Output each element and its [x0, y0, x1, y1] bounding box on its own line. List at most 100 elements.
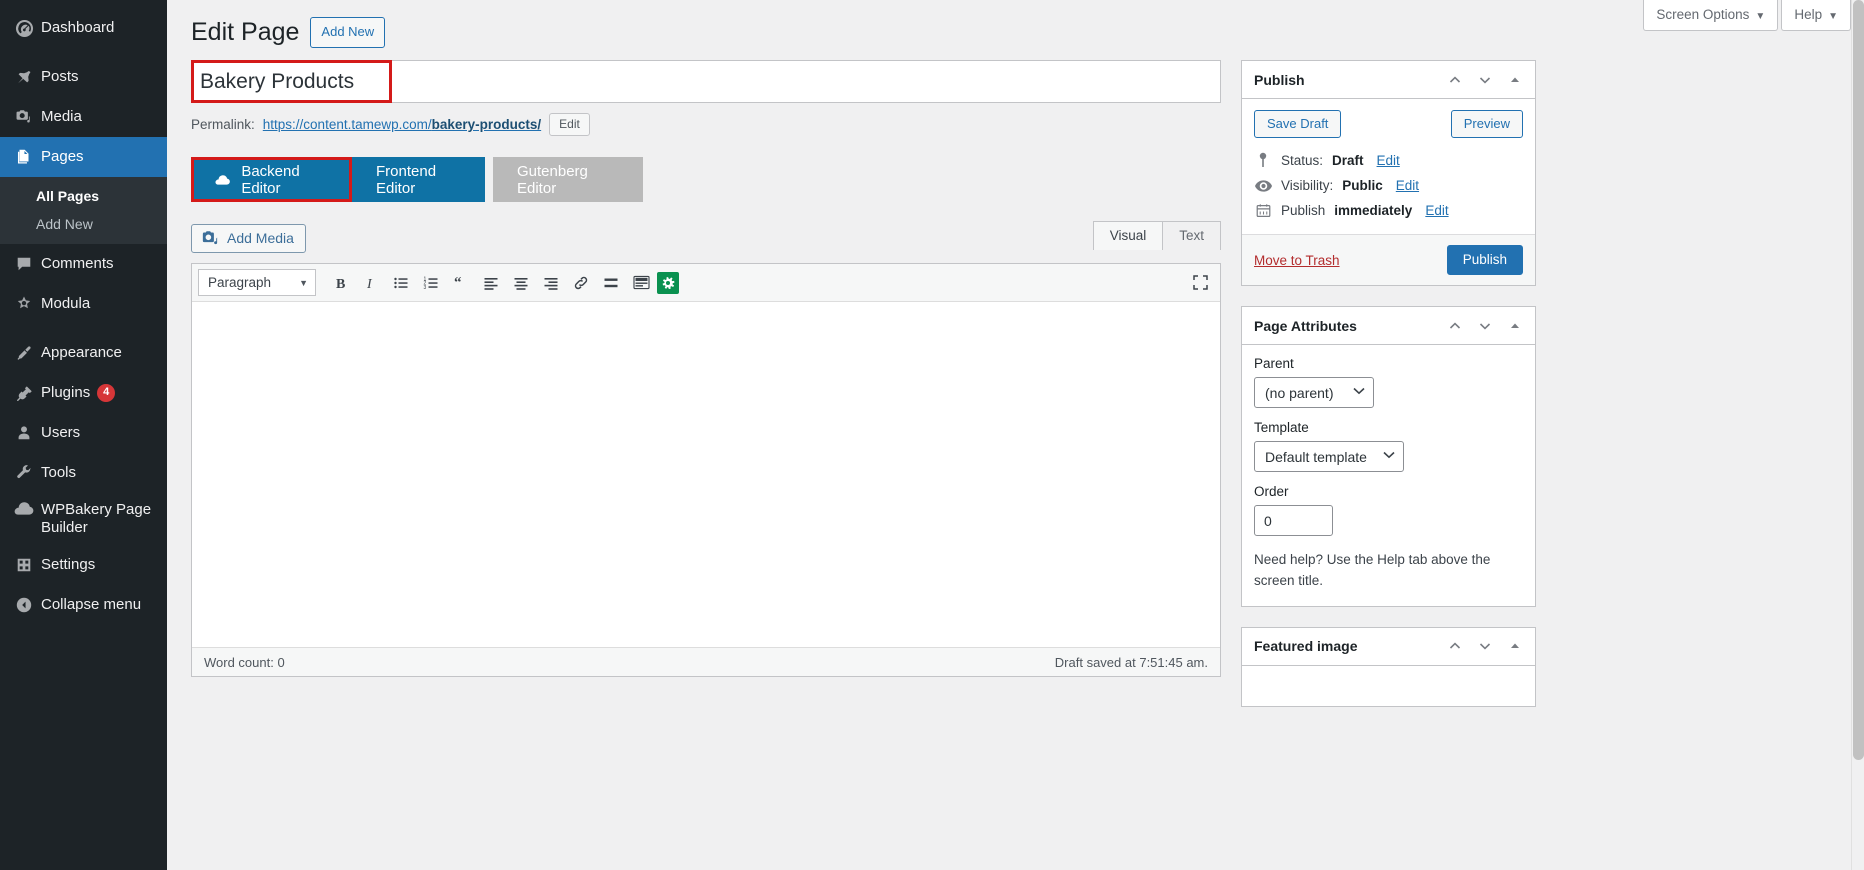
move-down-icon[interactable]	[1475, 70, 1495, 90]
page-scrollbar[interactable]	[1851, 0, 1864, 870]
help-button[interactable]: Help ▼	[1781, 0, 1851, 31]
sidebar-separator	[0, 48, 167, 57]
template-select[interactable]: Default template	[1254, 441, 1404, 472]
tab-visual[interactable]: Visual	[1092, 221, 1164, 250]
main-content-area: Screen Options ▼ Help ▼ Edit Page Add New …	[167, 0, 1864, 870]
page-attributes-header: Page Attributes	[1242, 307, 1535, 345]
publish-date-edit-link[interactable]: Edit	[1425, 203, 1448, 218]
sidebar-subitem-add-new[interactable]: Add New	[0, 210, 167, 238]
paragraph-format-select[interactable]: Paragraph ▼	[198, 269, 316, 296]
sidebar-item-label: Users	[41, 424, 81, 441]
sidebar-item-settings[interactable]: Settings	[0, 545, 167, 585]
add-media-button[interactable]: Add Media	[191, 224, 306, 253]
screen-options-button[interactable]: Screen Options ▼	[1643, 0, 1779, 31]
sidebar-item-plugins[interactable]: Plugins 4	[0, 373, 167, 413]
fullscreen-icon[interactable]	[1186, 269, 1214, 297]
screen-options-label: Screen Options	[1656, 7, 1750, 22]
move-down-icon[interactable]	[1475, 316, 1495, 336]
template-select-value: Default template	[1265, 448, 1367, 465]
editor-toolbar: Paragraph ▼ B I 123 “	[192, 264, 1220, 302]
screen-meta-links: Screen Options ▼ Help ▼	[1640, 0, 1851, 31]
move-down-icon[interactable]	[1475, 636, 1495, 656]
backend-editor-button[interactable]: Backend Editor	[191, 157, 352, 202]
tab-text[interactable]: Text	[1162, 221, 1221, 250]
parent-label: Parent	[1254, 356, 1294, 371]
sidebar-item-posts[interactable]: Posts	[0, 57, 167, 97]
sidebar-item-appearance[interactable]: Appearance	[0, 333, 167, 373]
post-body-content: Permalink: https://content.tamewp.com/ba…	[191, 60, 1221, 677]
toggle-panel-icon[interactable]	[1505, 636, 1525, 656]
add-new-button[interactable]: Add New	[310, 17, 386, 48]
page-attributes-help-text: Need help? Use the Help tab above the sc…	[1254, 552, 1491, 588]
blockquote-icon[interactable]: “	[447, 269, 475, 297]
italic-icon[interactable]: I	[357, 269, 385, 297]
sidebar-item-media[interactable]: Media	[0, 97, 167, 137]
frontend-editor-button[interactable]: Frontend Editor	[352, 157, 485, 202]
bold-icon[interactable]: B	[327, 269, 355, 297]
align-right-icon[interactable]	[537, 269, 565, 297]
publish-box-title: Publish	[1254, 71, 1305, 88]
sidebar-item-tools[interactable]: Tools	[0, 453, 167, 493]
sidebar-item-collapse-menu[interactable]: Collapse menu	[0, 585, 167, 625]
toggle-panel-icon[interactable]	[1505, 70, 1525, 90]
publish-button[interactable]: Publish	[1446, 245, 1523, 275]
parent-select[interactable]: (no parent)	[1254, 377, 1374, 408]
page-scrollbar-thumb[interactable]	[1853, 0, 1864, 760]
move-up-icon[interactable]	[1445, 70, 1465, 90]
calendar-icon	[1254, 203, 1272, 218]
gutenberg-editor-label: Gutenberg Editor	[517, 162, 588, 197]
move-to-trash-link[interactable]: Move to Trash	[1254, 253, 1340, 268]
sidebar-item-users[interactable]: Users	[0, 413, 167, 453]
bulleted-list-icon[interactable]	[387, 269, 415, 297]
sidebar-item-label: Posts	[41, 68, 79, 85]
permalink-label: Permalink:	[191, 117, 255, 132]
permalink-edit-button[interactable]: Edit	[549, 113, 590, 136]
draft-saved-status: Draft saved at 7:51:45 am.	[1054, 654, 1208, 670]
dashboard-icon	[7, 19, 41, 38]
media-icon	[202, 230, 218, 244]
status-edit-link[interactable]: Edit	[1377, 153, 1400, 168]
preview-button[interactable]: Preview	[1450, 110, 1523, 138]
link-icon[interactable]	[567, 269, 595, 297]
media-icon	[7, 108, 41, 126]
order-input[interactable]	[1254, 505, 1333, 536]
sidebar-item-wpbakery-page-builder[interactable]: WPBakery Page Builder	[0, 493, 167, 545]
sidebar-item-label: Media	[41, 108, 82, 125]
sidebar-item-dashboard[interactable]: Dashboard	[0, 8, 167, 48]
sidebar-submenu-pages: All Pages Add New	[0, 177, 167, 244]
editor-container: Paragraph ▼ B I 123 “ Word count: 0 Draf…	[191, 263, 1221, 677]
publish-footer: Move to Trash Publish	[1242, 234, 1535, 285]
permalink-link[interactable]: https://content.tamewp.com/bakery-produc…	[263, 117, 541, 132]
publish-actions-row: Save Draft Preview	[1242, 99, 1535, 147]
align-left-icon[interactable]	[477, 269, 505, 297]
toggle-panel-icon[interactable]	[1505, 316, 1525, 336]
publish-date-row: Publish immediately Edit	[1242, 198, 1535, 223]
move-up-icon[interactable]	[1445, 636, 1465, 656]
page-attributes-title: Page Attributes	[1254, 317, 1357, 334]
frontend-editor-label: Frontend Editor	[376, 162, 437, 197]
visibility-edit-link[interactable]: Edit	[1396, 178, 1419, 193]
sidebar-item-modula[interactable]: Modula	[0, 284, 167, 324]
save-draft-button[interactable]: Save Draft	[1254, 110, 1342, 138]
featured-image-box: Featured image	[1241, 626, 1536, 707]
plugins-update-badge: 4	[97, 384, 116, 403]
gutenberg-editor-button[interactable]: Gutenberg Editor	[493, 157, 643, 202]
wpbakery-shortcodes-icon[interactable]	[657, 271, 679, 294]
numbered-list-icon[interactable]: 123	[417, 269, 445, 297]
align-center-icon[interactable]	[507, 269, 535, 297]
read-more-icon[interactable]	[597, 269, 625, 297]
visibility-row: Visibility: Public Edit	[1242, 173, 1535, 198]
publish-date-value: immediately	[1334, 203, 1413, 218]
sidebar-subitem-all-pages[interactable]: All Pages	[0, 182, 167, 210]
sidebar-item-label: Appearance	[41, 344, 122, 361]
post-sidebar: Publish Save Draft Preview Status: Draft…	[1241, 60, 1536, 727]
editor-content-area[interactable]	[192, 302, 1220, 647]
pages-icon	[7, 148, 41, 166]
sidebar-item-comments[interactable]: Comments	[0, 244, 167, 284]
toolbar-toggle-icon[interactable]	[627, 269, 655, 297]
page-title-input[interactable]	[191, 60, 1221, 103]
move-up-icon[interactable]	[1445, 316, 1465, 336]
user-icon	[7, 424, 41, 442]
settings-icon	[7, 556, 41, 574]
sidebar-item-pages[interactable]: Pages	[0, 137, 175, 177]
